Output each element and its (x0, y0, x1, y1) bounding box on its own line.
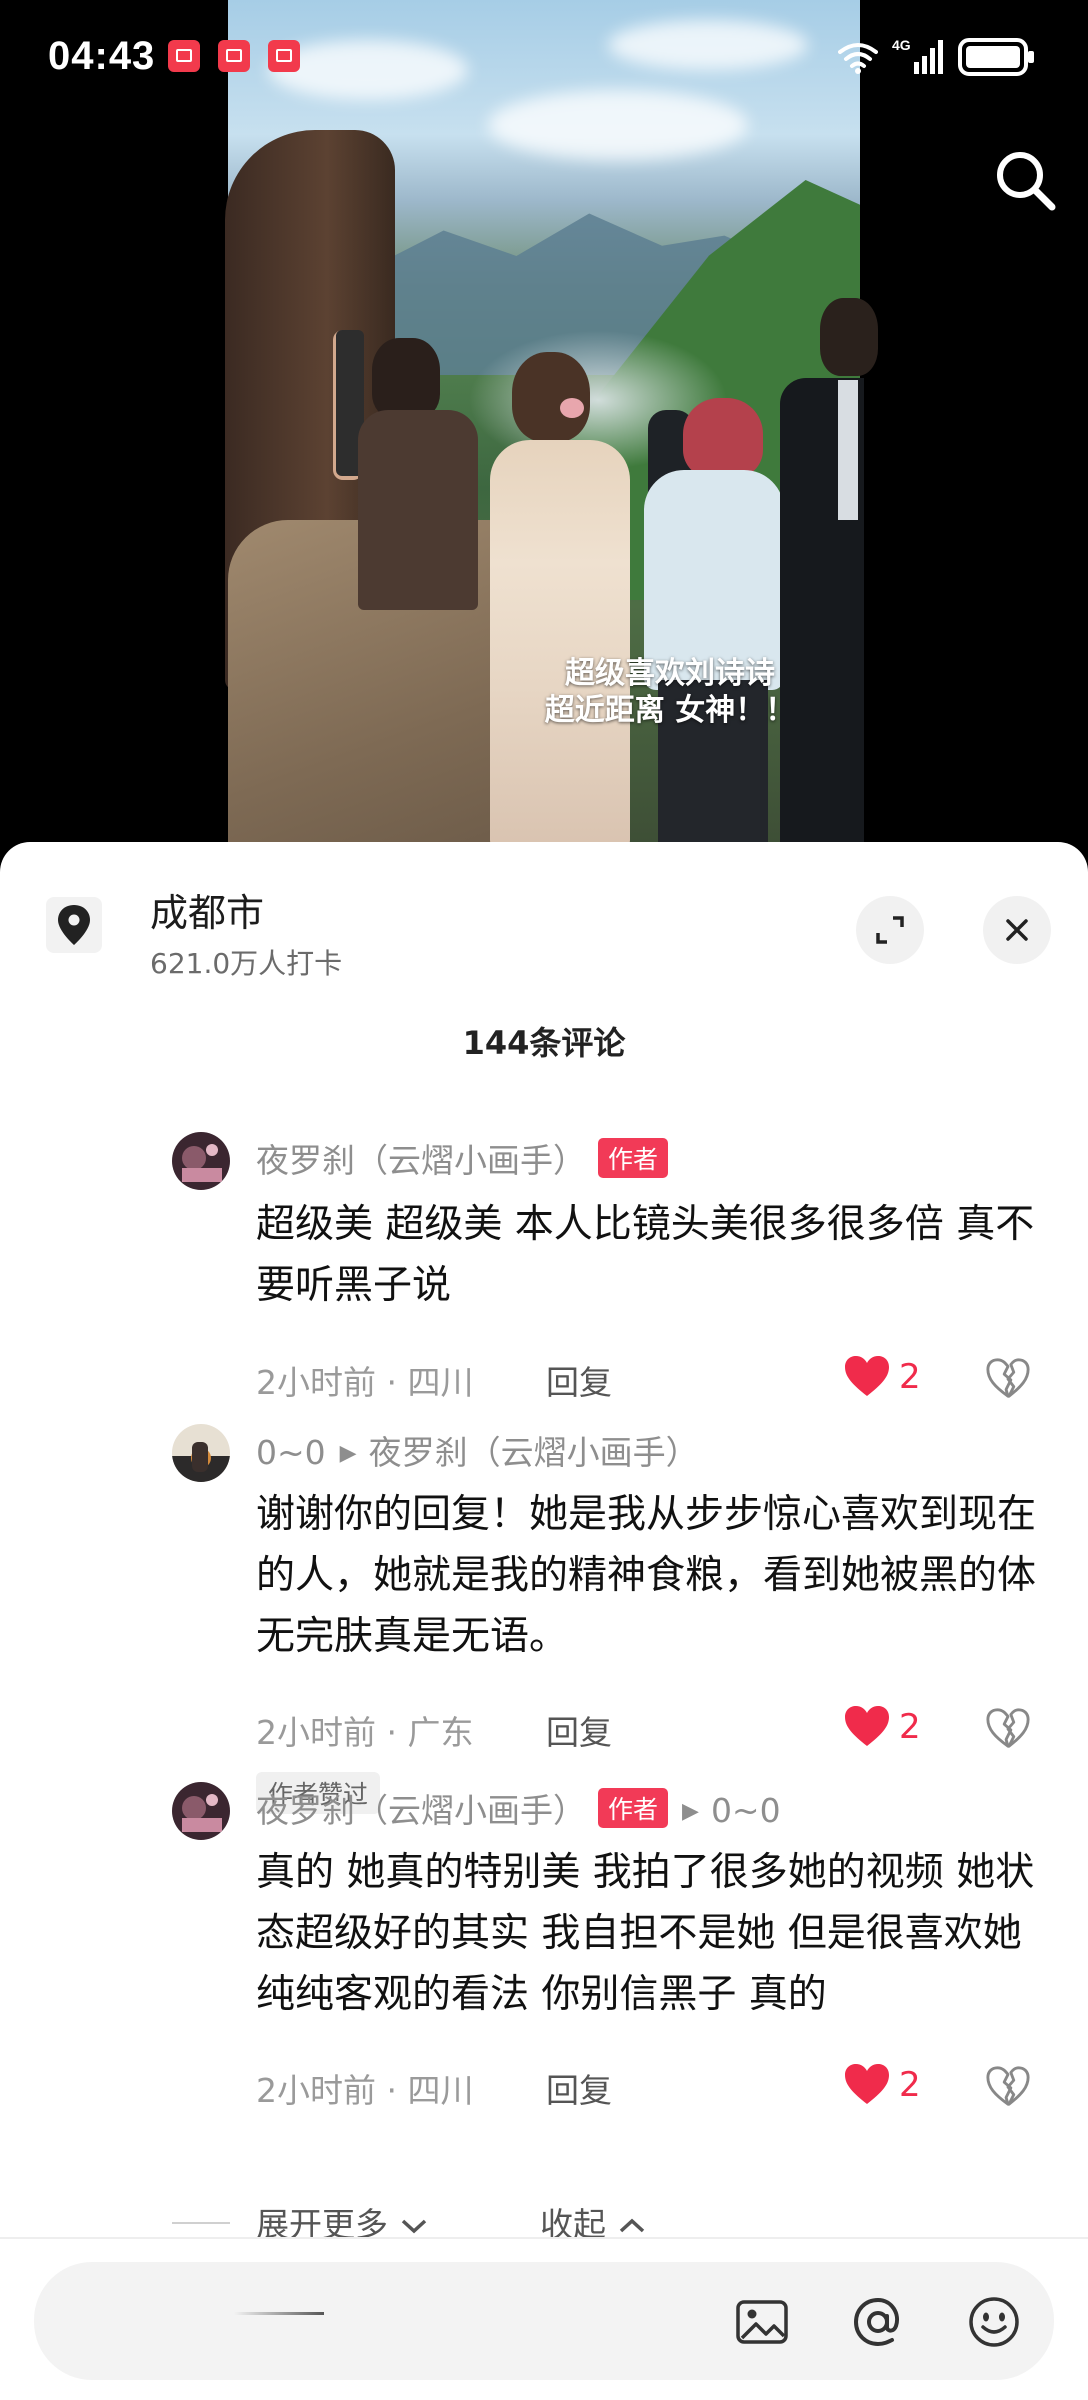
reply-to-name[interactable]: 夜罗刹（云熠小画手） (369, 1433, 699, 1472)
comment-input-bar[interactable] (34, 2262, 1054, 2380)
like-button[interactable]: 2 (843, 1704, 933, 1754)
reply-arrow-icon: ▶ (682, 1799, 699, 1824)
comment-time-location: 2小时前 · 广东 (256, 1713, 474, 1752)
chevron-up-icon (619, 2218, 644, 2233)
reply-to-name[interactable]: 0~0 (711, 1791, 781, 1830)
dislike-button[interactable] (985, 1706, 1033, 1756)
reply-arrow-icon: ▶ (339, 1441, 357, 1466)
like-button[interactable]: 2 (843, 1354, 933, 1404)
comment-time-location: 2小时前 · 四川 (256, 2071, 474, 2110)
comment-author-line: 夜罗刹（云熠小画手） 作者 (256, 1134, 669, 1182)
dislike-button[interactable] (985, 2064, 1033, 2114)
status-bar: 04:43 4G (0, 0, 1088, 110)
video-player[interactable]: 超级喜欢刘诗诗 超近距离 女神！！ (0, 0, 1088, 842)
notification-app-icon (218, 40, 250, 72)
battery-icon (958, 38, 1034, 76)
chevron-down-icon (401, 2219, 426, 2234)
comment-author-name[interactable]: 0~0 (256, 1433, 326, 1472)
comment-author-name[interactable]: 夜罗刹（云熠小画手） (256, 1791, 586, 1830)
search-icon[interactable] (990, 145, 1060, 215)
notification-app-icon (268, 40, 300, 72)
author-badge: 作者 (598, 1138, 669, 1178)
input-cursor (234, 2312, 324, 2315)
comment-text: 真的 她真的特别美 我拍了很多她的视频 她状态超级好的其实 我自担不是她 但是很… (256, 1850, 1035, 2017)
broken-heart-icon (986, 1708, 1030, 1748)
comment-text: 谢谢你的回复！她是我从步步惊心喜欢到现在的人，她就是我的精神食粮，看到她被黑的体… (256, 1492, 1037, 1659)
location-row[interactable]: 成都市 621.0万人打卡 (0, 842, 1088, 982)
close-button[interactable] (983, 896, 1051, 964)
emoji-icon[interactable] (966, 2294, 1022, 2350)
caption-line-1: 超级喜欢刘诗诗 (565, 656, 775, 691)
comment-author-line: 0~0 ▶ 夜罗刹（云熠小画手） (256, 1426, 699, 1474)
close-icon (1006, 919, 1028, 941)
comment-time-location: 2小时前 · 四川 (256, 1363, 474, 1402)
status-time: 04:43 (48, 34, 156, 78)
avatar[interactable] (172, 1782, 230, 1840)
avatar[interactable] (172, 1132, 230, 1190)
reply-button[interactable]: 回复 (546, 1706, 612, 1754)
like-count: 2 (899, 1357, 921, 1397)
video-caption: 超级喜欢刘诗诗 超近距离 女神！！ (490, 655, 850, 729)
location-pin-icon (46, 897, 102, 953)
like-count: 2 (899, 1707, 921, 1747)
comment-author-name[interactable]: 夜罗刹（云熠小画手） (256, 1141, 586, 1180)
expand-sheet-button[interactable] (856, 896, 924, 964)
location-checkins: 621.0万人打卡 (150, 947, 343, 980)
heart-filled-icon (845, 1706, 889, 1746)
dislike-button[interactable] (985, 1356, 1033, 1406)
like-count: 2 (899, 2065, 921, 2105)
comments-count-title: 144条评论 (462, 1024, 626, 1062)
comment-text: 超级美 超级美 本人比镜头美很多很多倍 真不要听黑子说 (256, 1202, 1035, 1308)
bride-figure (490, 440, 630, 842)
expand-icon (876, 916, 904, 944)
thread-line (172, 2222, 230, 2224)
comments-sheet: 成都市 621.0万人打卡 144条评论 夜罗刹（云熠小画手） 作者 超级美 超… (0, 842, 1088, 2400)
like-button[interactable]: 2 (843, 2062, 933, 2112)
notification-app-icon (168, 40, 200, 72)
mention-icon[interactable] (850, 2294, 906, 2350)
heart-filled-icon (845, 2064, 889, 2104)
comment-author-line: 夜罗刹（云熠小画手） 作者 ▶ 0~0 (256, 1784, 781, 1832)
avatar[interactable] (172, 1424, 230, 1482)
network-type-label: 4G (892, 37, 911, 53)
broken-heart-icon (986, 2066, 1030, 2106)
divider (0, 2237, 1088, 2239)
location-title: 成都市 (150, 891, 265, 935)
replies-toggle-row: 展开更多 收起 (0, 2192, 1088, 2252)
cellular-signal-icon: 4G (892, 37, 943, 74)
broken-heart-icon (986, 1358, 1030, 1398)
author-badge: 作者 (598, 1788, 669, 1828)
caption-line-2: 超近距离 女神！！ (544, 693, 796, 728)
reply-button[interactable]: 回复 (546, 2064, 612, 2112)
wifi-icon (838, 43, 878, 74)
reply-button[interactable]: 回复 (546, 1356, 612, 1404)
image-icon[interactable] (734, 2294, 790, 2350)
heart-filled-icon (845, 1356, 889, 1396)
